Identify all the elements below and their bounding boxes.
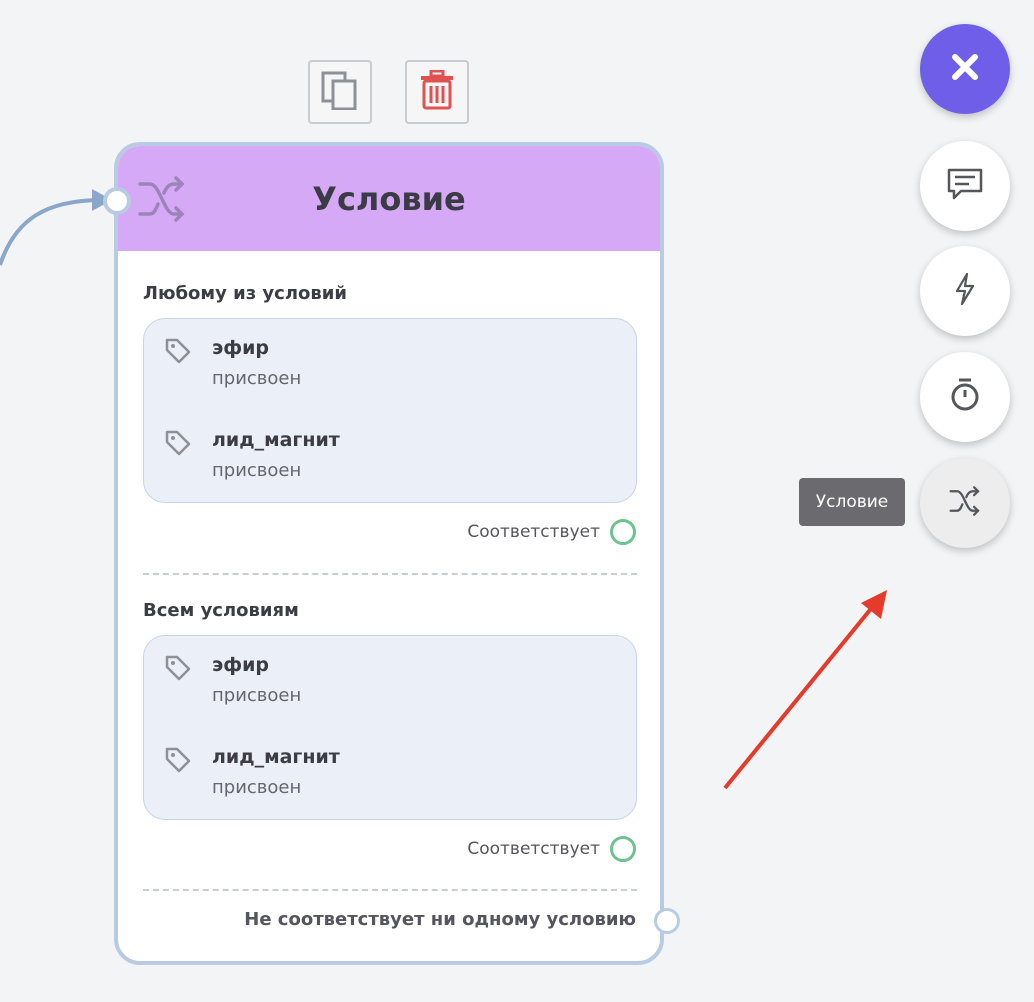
node-header[interactable]: Условие (118, 146, 660, 251)
condition-tag: эфир (212, 654, 270, 676)
bolt-icon (954, 272, 976, 310)
copy-button[interactable] (308, 60, 372, 124)
match-label: Соответствует (467, 839, 600, 859)
match-port[interactable] (610, 519, 636, 545)
section-divider (143, 573, 637, 575)
flow-canvas[interactable]: Условие Любому из условий эфир присвоен … (0, 0, 1034, 1002)
condition-group-any[interactable]: эфир присвоен лид_магнит присвоен (143, 318, 637, 503)
match-output-all: Соответствует (467, 836, 636, 862)
close-icon (950, 52, 980, 86)
shuffle-icon (138, 176, 186, 226)
condition-node[interactable]: Условие Любому из условий эфир присвоен … (103, 142, 680, 965)
delete-button[interactable] (405, 60, 469, 124)
match-output-any: Соответствует (467, 519, 636, 545)
condition-state: присвоен (212, 777, 302, 798)
condition-state: присвоен (212, 368, 302, 389)
tag-icon (164, 654, 192, 686)
incoming-edge (0, 189, 112, 266)
match-port[interactable] (610, 836, 636, 862)
condition-tag: лид_магнит (212, 429, 340, 451)
section-title-all: Всем условиям (143, 600, 299, 621)
match-label: Соответствует (467, 522, 600, 542)
tag-icon (164, 337, 192, 369)
add-condition-button[interactable] (920, 458, 1010, 548)
node-title: Условие (312, 179, 466, 218)
add-action-button[interactable] (920, 246, 1010, 336)
condition-tooltip: Условие (799, 478, 905, 526)
condition-group-all[interactable]: эфир присвоен лид_магнит присвоен (143, 635, 637, 820)
condition-state: присвоен (212, 685, 302, 706)
condition-tag: эфир (212, 337, 270, 359)
close-button[interactable] (920, 24, 1010, 114)
copy-icon (320, 70, 360, 114)
add-timer-button[interactable] (920, 352, 1010, 442)
input-port[interactable] (103, 187, 131, 215)
tag-icon (164, 429, 192, 461)
condition-tag: лид_магнит (212, 746, 340, 768)
no-match-label: Не соответствует ни одному условию (244, 909, 636, 930)
section-title-any: Любому из условий (143, 283, 348, 304)
tag-icon (164, 746, 192, 778)
section-divider (143, 889, 637, 891)
no-match-port[interactable] (654, 908, 680, 934)
timer-icon (949, 378, 981, 416)
condition-state: присвоен (212, 460, 302, 481)
trash-icon (419, 69, 455, 114)
add-message-button[interactable] (920, 141, 1010, 231)
shuffle-icon (948, 486, 982, 520)
message-icon (947, 168, 983, 204)
